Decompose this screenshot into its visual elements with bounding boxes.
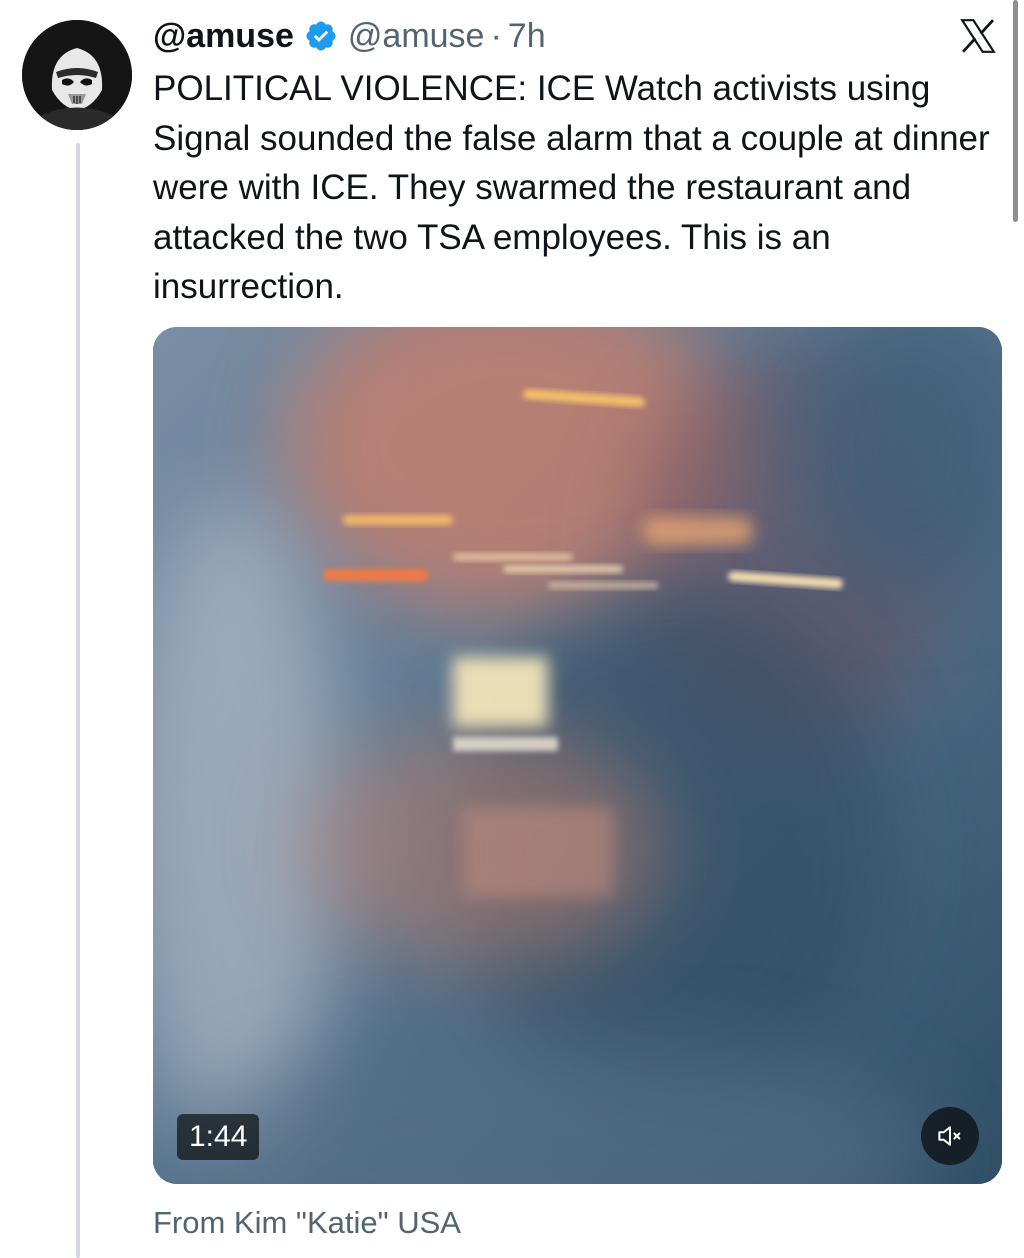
display-name[interactable]: @amuse [153, 17, 294, 56]
post-time[interactable]: 7h [508, 17, 546, 56]
scrollbar[interactable] [1013, 0, 1018, 222]
stormtrooper-avatar-icon [22, 20, 132, 130]
video-player[interactable]: 1:44 [153, 327, 1002, 1184]
video-duration: 1:44 [177, 1114, 260, 1160]
post-text: POLITICAL VIOLENCE: ICE Watch activists … [153, 69, 990, 306]
video-frame [153, 327, 1002, 1184]
thread-connector-line [76, 143, 80, 1258]
mute-toggle-button[interactable] [921, 1107, 979, 1165]
source-attribution[interactable]: From Kim "Katie" USA [153, 1205, 461, 1241]
x-logo-icon[interactable] [958, 16, 998, 56]
verified-badge-icon [304, 19, 338, 53]
speaker-muted-icon [938, 1126, 961, 1146]
handle[interactable]: @amuse [348, 17, 485, 56]
post-header: @amuse @amuse · 7h [153, 14, 546, 58]
separator-dot: · [490, 16, 502, 55]
avatar[interactable] [22, 20, 132, 130]
